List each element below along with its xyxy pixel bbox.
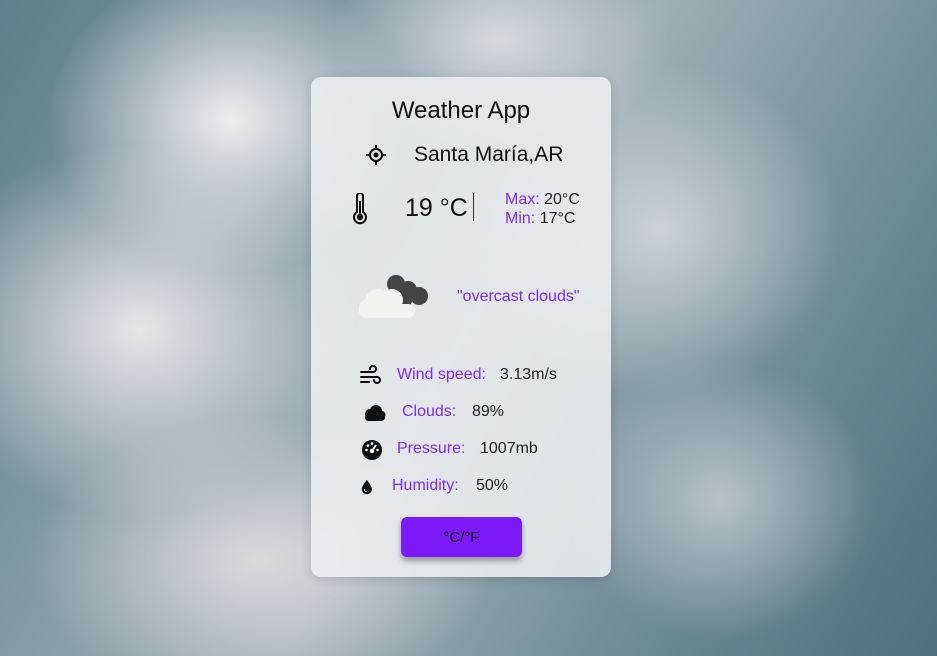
thermometer-icon: [353, 193, 367, 225]
min-temperature: Min: 17°C: [505, 209, 580, 228]
humidity-label: Humidity:: [392, 477, 459, 494]
overcast-clouds-icon: [359, 275, 428, 318]
temperature-divider: [473, 193, 474, 221]
min-value: 17°C: [539, 210, 576, 227]
max-temperature: Max: 20°C: [505, 190, 580, 209]
location-name: Santa María,AR: [414, 143, 564, 166]
max-label: Max:: [505, 191, 540, 208]
temperature-row: 19 °C Max: 20°C Min: 17°C: [349, 190, 589, 230]
condition-description: "overcast clouds": [457, 288, 580, 305]
pressure-value: 1007mb: [480, 440, 538, 457]
wind-icon: [360, 365, 381, 384]
droplet-icon: [361, 479, 372, 495]
unit-toggle-button[interactable]: °C/°F: [401, 517, 522, 557]
crosshair-location-icon: [366, 145, 386, 165]
wind-speed-value: 3.13m/s: [500, 366, 557, 383]
clouds-value: 89%: [472, 403, 505, 420]
current-temperature: 19 °C: [405, 194, 468, 222]
pressure-label: Pressure:: [397, 440, 466, 457]
app-title: Weather App: [391, 97, 531, 124]
max-value: 20°C: [544, 191, 580, 208]
min-max-temperatures: Max: 20°C Min: 17°C: [505, 190, 580, 228]
condition-row: "overcast clouds": [356, 270, 596, 320]
wind-speed-label: Wind speed:: [397, 366, 486, 383]
gauge-icon: [362, 440, 382, 460]
humidity-value: 50%: [476, 477, 509, 494]
min-label: Min:: [505, 210, 536, 227]
weather-card: Weather App Santa María,AR 19 °C Max: 20…: [311, 77, 611, 577]
clouds-label: Clouds:: [402, 403, 457, 420]
cloud-icon: [365, 405, 386, 421]
